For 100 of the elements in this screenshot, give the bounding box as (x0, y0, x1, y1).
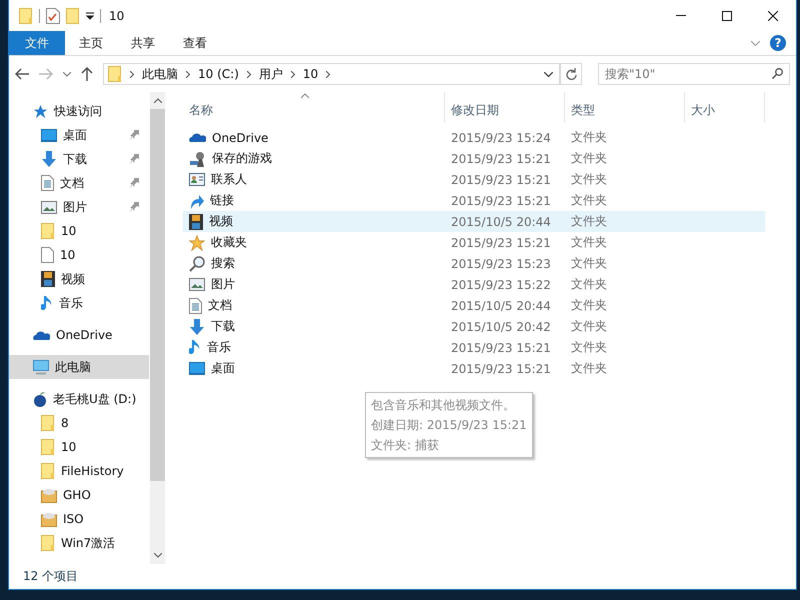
curved-arrow-icon (189, 192, 204, 208)
column-header[interactable]: 大小 (685, 92, 765, 122)
folder-icon (108, 66, 122, 82)
scrollbar[interactable] (150, 92, 165, 564)
folder-icon (19, 8, 33, 24)
monitor-icon (33, 360, 49, 374)
pin-icon (130, 154, 139, 164)
date-cell-text: 2015/9/23 15:21 (450, 362, 552, 376)
address-bar[interactable]: 此电脑 10 (C:) 用户 10 (103, 63, 560, 85)
nav-item[interactable]: 下载 (9, 147, 149, 171)
column-header[interactable]: 名称 (183, 92, 445, 122)
nav-item[interactable]: 视频 (9, 267, 149, 291)
nav-item[interactable]: 桌面 (9, 123, 149, 147)
folder-icon (41, 535, 55, 551)
file-name: 联系人 (211, 171, 247, 188)
column-header[interactable]: 修改日期 (445, 92, 565, 122)
folder-icon (41, 415, 55, 431)
back-button[interactable] (15, 68, 29, 80)
nav-item[interactable]: GHO (9, 483, 149, 507)
file-name: 视频 (209, 213, 233, 230)
folder-icon (41, 439, 55, 455)
type-cell-text: 文件夹 (570, 339, 608, 356)
scroll-up-icon[interactable] (154, 98, 162, 103)
nav-item[interactable]: ISO (9, 507, 149, 531)
ribbon-tab[interactable]: 主页 (65, 31, 117, 55)
nav-item[interactable]: 10 (9, 435, 149, 459)
star-icon (33, 104, 48, 118)
file-row[interactable]: OneDrive 2015/9/23 15:24 文件夹 (183, 127, 765, 148)
chevron-icon (326, 70, 330, 78)
file-row[interactable]: 搜索 2015/9/23 15:23 文件夹 (183, 253, 765, 274)
breadcrumb[interactable]: 10 (C:) (198, 67, 239, 81)
down-arrow-icon (189, 318, 205, 334)
file-row[interactable]: 图片 2015/9/23 15:22 文件夹 (183, 274, 765, 295)
nav-item[interactable]: OneDrive (9, 323, 149, 347)
pin-icon (130, 130, 139, 140)
chevron-icon (186, 70, 190, 78)
breadcrumb[interactable]: 用户 (258, 66, 283, 82)
monitor-icon (189, 362, 205, 375)
tooltip-text: 创建日期: 2015/9/23 15:21 (371, 417, 527, 434)
nav-item[interactable]: 10 (9, 219, 149, 243)
breadcrumb[interactable]: 此电脑 (142, 66, 178, 82)
dropdown-icon[interactable] (544, 72, 553, 76)
column-header[interactable]: 类型 (565, 92, 685, 122)
recent-locations-button[interactable] (63, 72, 71, 76)
cloud-icon (33, 330, 50, 340)
nav-item[interactable]: 老毛桃U盘 (D:) (9, 387, 149, 411)
film-icon (189, 214, 203, 230)
document-icon (41, 175, 54, 191)
file-row[interactable]: 桌面 2015/9/23 15:21 文件夹 (183, 358, 765, 379)
nav-item[interactable]: 8 (9, 411, 149, 435)
file-row[interactable]: 下载 2015/10/5 20:42 文件夹 (183, 316, 765, 337)
nav-item[interactable]: 图片 (9, 195, 149, 219)
disc-folder-icon (41, 487, 57, 503)
type-cell-text: 文件夹 (570, 213, 608, 230)
file-row[interactable]: 文档 2015/10/5 20:44 文件夹 (183, 295, 765, 316)
down-arrow-icon (41, 151, 57, 167)
properties-icon[interactable] (46, 8, 60, 24)
file-row[interactable]: 链接 2015/9/23 15:21 文件夹 (183, 190, 765, 211)
expand-ribbon-icon[interactable] (751, 40, 760, 46)
nav-item[interactable]: 快速访问 (9, 99, 149, 123)
nav-item[interactable]: Win7激活 (9, 531, 149, 555)
dropdown-icon[interactable] (86, 12, 94, 20)
disc-folder-icon (41, 511, 57, 527)
nav-item[interactable]: 音乐 (9, 291, 149, 315)
nav-item[interactable]: 此电脑 (9, 355, 149, 379)
ribbon-tab[interactable]: 文件 (9, 31, 65, 55)
nav-item[interactable]: FileHistory (9, 459, 149, 483)
file-name: 搜索 (211, 255, 235, 272)
file-row[interactable]: 联系人 2015/9/23 15:21 文件夹 (183, 169, 765, 190)
item-count: 12 个项目 (23, 568, 78, 585)
chevron-icon (246, 70, 251, 78)
date-cell-text: 2015/9/23 15:21 (450, 172, 552, 186)
file-name: OneDrive (212, 130, 268, 144)
type-cell-text: 文件夹 (570, 318, 608, 335)
file-row[interactable]: 音乐 2015/9/23 15:21 文件夹 (183, 337, 765, 358)
help-button[interactable]: ? (770, 35, 786, 51)
search-icon (189, 256, 205, 272)
date-cell-text: 2015/10/5 20:44 (450, 214, 552, 228)
nav-item[interactable]: 文档 (9, 171, 149, 195)
fruit-icon (33, 391, 47, 407)
file-row[interactable]: 收藏夹 2015/9/23 15:21 文件夹 (183, 232, 765, 253)
pin-icon (130, 202, 139, 212)
up-button[interactable] (81, 67, 93, 81)
film-icon (41, 271, 55, 287)
nav-item[interactable]: 10 (9, 243, 149, 267)
file-row[interactable]: 保存的游戏 2015/9/23 15:21 文件夹 (183, 148, 765, 169)
type-cell-text: 文件夹 (570, 234, 608, 251)
type-cell-text: 文件夹 (570, 276, 608, 293)
ribbon-tab[interactable]: 查看 (169, 31, 221, 55)
breadcrumb[interactable]: 10 (302, 67, 318, 81)
date-cell-text: 2015/9/23 15:21 (450, 194, 552, 208)
search-field[interactable]: 搜索"10" (598, 63, 790, 85)
type-cell-text: 文件夹 (570, 171, 608, 188)
file-row[interactable]: 视频 2015/10/5 20:44 文件夹 (183, 211, 765, 232)
refresh-button[interactable] (560, 63, 582, 85)
file-name: 收藏夹 (211, 234, 247, 251)
type-cell-text: 文件夹 (570, 297, 608, 314)
contact-card-icon (189, 173, 205, 186)
scroll-down-icon[interactable] (154, 553, 162, 558)
ribbon-tab[interactable]: 共享 (117, 31, 169, 55)
